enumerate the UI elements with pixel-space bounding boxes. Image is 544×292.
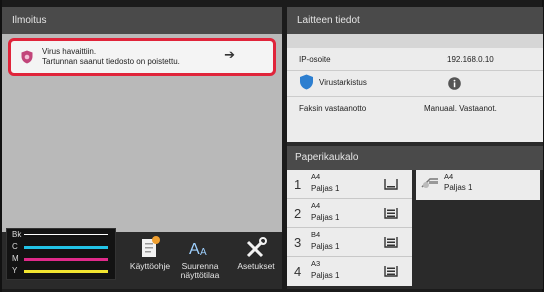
- tray-paper-type: Paljas 1: [311, 271, 340, 280]
- tray-full-icon: [384, 208, 398, 219]
- paper-tray-list: 1 A4 Paljas 1 2 A4 Paljas 1 3 B4 Paljas …: [287, 170, 412, 289]
- toner-label: M: [12, 254, 19, 263]
- tray-paper-size: A4: [311, 172, 321, 181]
- notification-message-line2: Tartunnan saanut tiedosto on poistettu.: [42, 57, 180, 66]
- device-info-table: IP-osoite 192.168.0.10 Virustarkistus Fa…: [287, 34, 543, 142]
- toner-row-c: C: [7, 241, 115, 253]
- toner-row-m: M: [7, 253, 115, 265]
- ip-address-row: IP-osoite 192.168.0.10: [287, 48, 543, 71]
- zoom-display-button[interactable]: A A Suurenna näyttötilaa: [172, 231, 228, 283]
- toner-bar-m: [24, 258, 108, 261]
- manual-icon: [142, 236, 160, 257]
- fax-receive-value: Manuaal. Vastaanot.: [424, 104, 497, 113]
- virus-scan-shield-icon: [300, 74, 313, 90]
- tray-paper-size: B4: [311, 230, 321, 239]
- tray-paper-type: Paljas 1: [311, 242, 340, 251]
- settings-button[interactable]: Asetukset: [228, 231, 284, 283]
- fax-receive-key: Faksin vastaanotto: [299, 104, 367, 113]
- tray-paper-type: Paljas 1: [311, 184, 340, 193]
- tray-number: 1: [294, 177, 302, 192]
- bypass-tray-icon: [421, 178, 438, 188]
- toner-row-bk: Bk: [7, 229, 115, 241]
- paper-tray-title: Paperikaukalo: [287, 146, 543, 170]
- tray-empty-icon: [384, 179, 398, 190]
- virus-check-key: Virustarkistus: [319, 78, 367, 87]
- toner-label: Bk: [12, 230, 22, 239]
- toner-label: Y: [12, 266, 18, 275]
- fax-receive-row: Faksin vastaanotto Manuaal. Vastaanot.: [287, 97, 543, 120]
- device-info-title: Laitteen tiedot: [287, 7, 543, 34]
- toner-label: C: [12, 242, 18, 251]
- tray-paper-size: A4: [311, 201, 321, 210]
- tray-full-icon: [384, 266, 398, 277]
- tools-icon: [246, 237, 267, 258]
- device-info-panel: Laitteen tiedot IP-osoite 192.168.0.10 V…: [287, 7, 543, 289]
- tray-number: 4: [294, 264, 302, 279]
- tray-item-4[interactable]: 4 A3 Paljas 1: [287, 257, 412, 286]
- tray-paper-type: Paljas 1: [311, 213, 340, 222]
- font-size-icon: A A: [189, 241, 207, 258]
- toner-bar-y: [24, 270, 108, 273]
- virus-shield-icon: [21, 50, 33, 64]
- device-info-stripe: [287, 34, 543, 48]
- ip-address-value: 192.168.0.10: [447, 55, 494, 64]
- zoom-label-line2: näyttötilaa: [180, 270, 220, 280]
- manual-button[interactable]: Käyttöohje: [122, 231, 178, 283]
- toner-row-y: Y: [7, 265, 115, 277]
- tray-number: 2: [294, 206, 302, 221]
- notification-message-line1: Virus havaittiin.: [42, 47, 97, 56]
- svg-text:A: A: [200, 247, 207, 258]
- virus-notification-item[interactable]: Virus havaittiin. Tartunnan saanut tiedo…: [8, 38, 276, 76]
- tray-full-icon: [384, 237, 398, 248]
- virus-check-row[interactable]: Virustarkistus: [287, 71, 543, 97]
- bypass-tray-item[interactable]: A4 Paljas 1: [416, 170, 540, 200]
- tray-item-1[interactable]: 1 A4 Paljas 1: [287, 170, 412, 199]
- bypass-paper-size: A4: [444, 172, 454, 181]
- tray-paper-size: A3: [311, 259, 321, 268]
- arrow-right-icon: ➔: [224, 47, 235, 62]
- tray-item-2[interactable]: 2 A4 Paljas 1: [287, 199, 412, 228]
- settings-label: Asetukset: [237, 261, 275, 271]
- notification-panel-title: Ilmoitus: [2, 7, 282, 34]
- svg-text:A: A: [189, 241, 200, 258]
- notification-list: Virus havaittiin. Tartunnan saanut tiedo…: [2, 34, 282, 234]
- toner-level-display[interactable]: Bk C M Y: [6, 228, 116, 280]
- tray-item-3[interactable]: 3 B4 Paljas 1: [287, 228, 412, 257]
- ip-address-key: IP-osoite: [299, 55, 331, 64]
- tray-number: 3: [294, 235, 302, 250]
- bypass-paper-type: Paljas 1: [444, 183, 473, 192]
- manual-label: Käyttöohje: [129, 261, 171, 271]
- toner-bar-bk: [24, 234, 108, 237]
- toner-bar-c: [24, 246, 108, 249]
- info-icon[interactable]: [448, 77, 461, 90]
